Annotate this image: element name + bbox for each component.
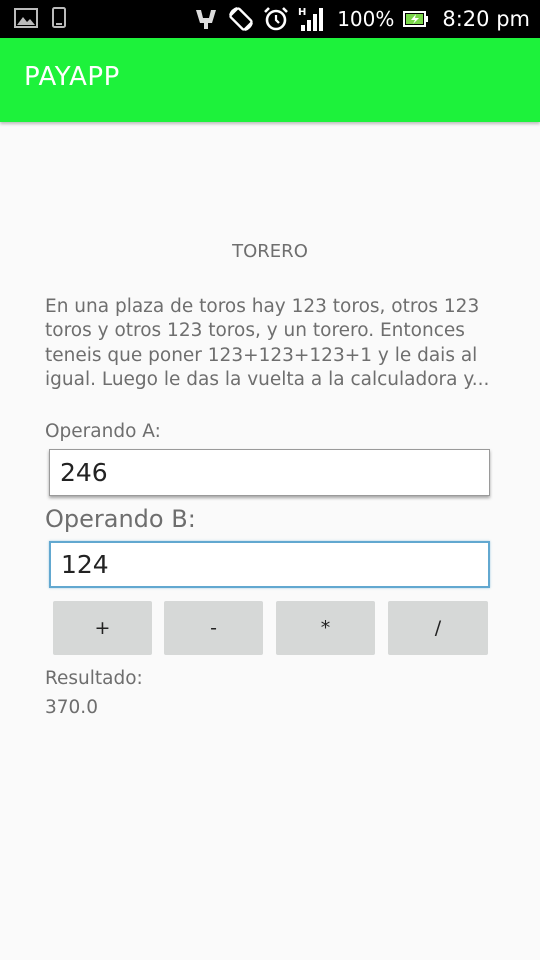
divide-button[interactable]: / [388, 601, 488, 655]
operand-b-label: Operando B: [45, 505, 196, 533]
status-bar-left [14, 7, 66, 29]
operand-a-input[interactable] [49, 449, 490, 496]
phone-icon [52, 7, 66, 29]
status-bar: H 100% 8:20 pm [0, 0, 540, 38]
subtract-button[interactable]: - [164, 601, 263, 655]
operand-a-label: Operando A: [45, 421, 161, 442]
add-button[interactable]: + [53, 601, 152, 655]
status-bar-right: H 100% 8:20 pm [193, 0, 530, 38]
result-value: 370.0 [45, 697, 98, 718]
battery-percent: 100% [337, 7, 395, 31]
app-title: PAYAPP [24, 62, 120, 92]
multiply-button[interactable]: * [276, 601, 375, 655]
section-heading: TORERO [232, 241, 308, 262]
clock: 8:20 pm [442, 7, 530, 31]
battery-charging-icon [403, 9, 429, 29]
app-bar: PAYAPP [0, 38, 540, 122]
image-icon [14, 7, 38, 29]
notification-hand-icon [193, 7, 219, 31]
network-type-text: H [298, 7, 306, 18]
screen-rotation-icon [228, 6, 254, 32]
signal-icon: H [298, 5, 328, 33]
result-label: Resultado: [45, 668, 143, 689]
alarm-icon [263, 6, 289, 32]
description-text: En una plaza de toros hay 123 toros, otr… [45, 296, 490, 391]
operand-b-input[interactable] [49, 541, 490, 588]
